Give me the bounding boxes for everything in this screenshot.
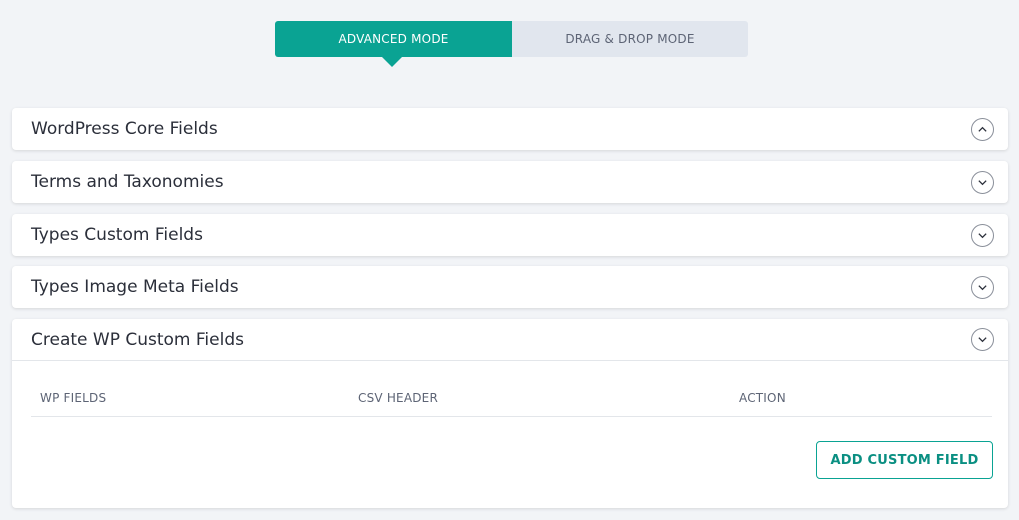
panel-types-image-meta-fields: Types Image Meta Fields — [12, 266, 1008, 308]
panel-title: Terms and Taxonomies — [31, 172, 224, 192]
chevron-down-icon[interactable] — [971, 275, 994, 299]
column-header-csv-header: CSV HEADER — [358, 390, 438, 405]
panel-header[interactable]: Terms and Taxonomies — [12, 161, 1008, 203]
chevron-down-icon[interactable] — [971, 170, 994, 194]
panel-types-custom-fields: Types Custom Fields — [12, 214, 1008, 256]
add-custom-field-button[interactable]: ADD CUSTOM FIELD — [816, 441, 993, 479]
panel-terms-and-taxonomies: Terms and Taxonomies — [12, 161, 1008, 203]
advanced-mode-tab[interactable]: ADVANCED MODE — [275, 21, 512, 67]
panel-header[interactable]: Create WP Custom Fields — [12, 319, 1008, 361]
panel-title: Types Custom Fields — [31, 225, 203, 245]
panel-title: Types Image Meta Fields — [31, 277, 239, 297]
chevron-down-icon[interactable] — [971, 328, 994, 351]
panel-header[interactable]: Types Custom Fields — [12, 214, 1008, 256]
panel-create-wp-custom-fields: Create WP Custom Fields WP FIELDS CSV HE… — [12, 319, 1008, 508]
panel-title: Create WP Custom Fields — [31, 329, 244, 350]
panel-title: WordPress Core Fields — [31, 119, 218, 139]
panel-wordpress-core-fields: WordPress Core Fields — [12, 108, 1008, 150]
mode-switch: ADVANCED MODE DRAG & DROP MODE — [275, 21, 748, 67]
custom-fields-table-header: WP FIELDS CSV HEADER ACTION — [31, 379, 992, 417]
panel-header[interactable]: WordPress Core Fields — [12, 108, 1008, 150]
chevron-up-icon[interactable] — [971, 117, 994, 141]
column-header-action: ACTION — [739, 390, 786, 405]
chevron-down-icon[interactable] — [971, 223, 994, 247]
drag-drop-mode-tab[interactable]: DRAG & DROP MODE — [512, 21, 748, 57]
panel-header[interactable]: Types Image Meta Fields — [12, 266, 1008, 308]
column-header-wp-fields: WP FIELDS — [40, 390, 107, 405]
